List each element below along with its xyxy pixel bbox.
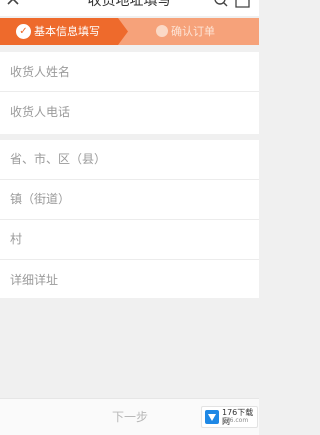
receiver-phone-row [0,92,259,132]
watermark-logo-icon [205,410,219,424]
site-watermark: 176下载网 176.com [201,406,258,428]
step-next-dot-icon [156,25,168,37]
next-button[interactable]: 下一步 [100,408,160,426]
receiver-phone-input[interactable] [0,92,259,131]
address-group: 省、市、区（县） 镇（街道） 村 [0,140,259,300]
search-icon[interactable] [214,0,228,9]
region-row[interactable]: 省、市、区（县） [0,140,259,180]
detail-address-row [0,260,259,300]
step-current-label: 基本信息填写 [34,25,100,38]
contact-group [0,52,259,134]
step-next-label: 确认订单 [171,25,215,38]
receiver-name-row [0,52,259,92]
home-icon[interactable] [235,0,250,9]
village-row[interactable]: 村 [0,220,259,260]
progress-steps: ✓ 基本信息填写 确认订单 [0,18,259,45]
region-selector[interactable]: 省、市、区（县） [10,140,106,179]
navigation-bar: 收货地址填写 [0,0,259,16]
town-selector[interactable]: 镇（街道） [10,180,70,219]
village-selector[interactable]: 村 [10,220,22,259]
receiver-name-input[interactable] [0,52,259,91]
detail-address-input[interactable] [0,260,259,299]
town-row[interactable]: 镇（街道） [0,180,259,220]
check-icon: ✓ [16,24,31,39]
watermark-subtext: 176.com [222,417,249,424]
